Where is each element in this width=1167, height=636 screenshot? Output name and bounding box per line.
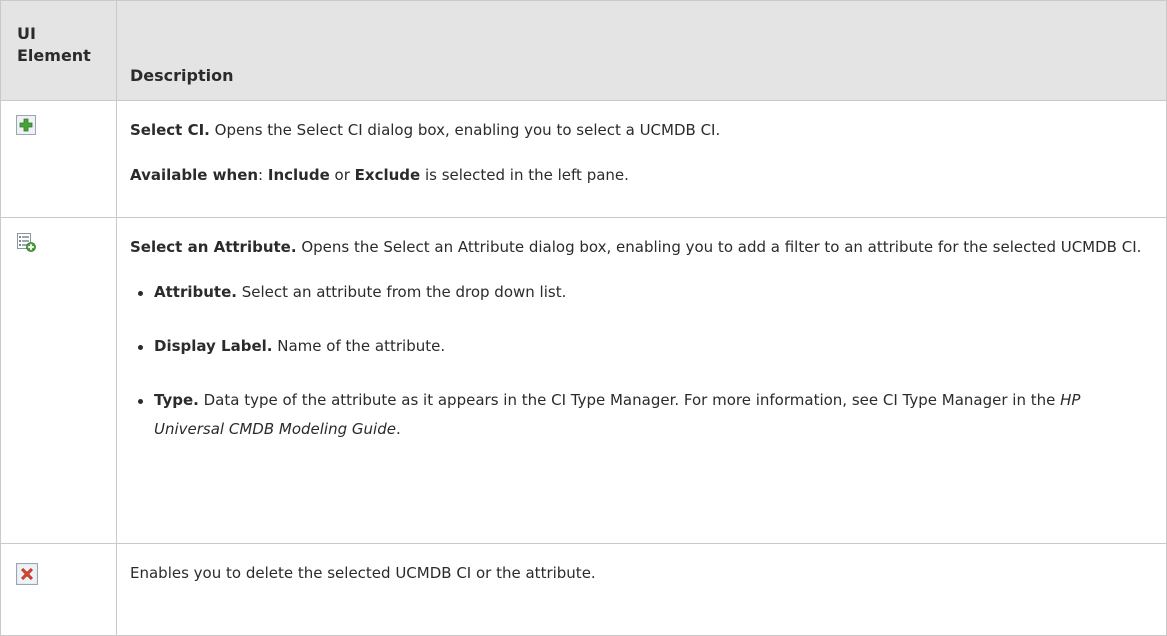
term-select-an-attribute: Select an Attribute.	[130, 238, 297, 256]
text: Data type of the attribute as it appears…	[198, 391, 1061, 409]
select-attribute-list-add-icon	[17, 233, 36, 252]
icon-cell	[0, 100, 117, 218]
table-row: Select CI. Opens the Select CI dialog bo…	[0, 100, 1167, 218]
text: is selected in the left pane.	[420, 166, 629, 184]
text: :	[258, 166, 268, 184]
text: Enables you to delete the selected UCMDB…	[130, 564, 596, 582]
term-select-ci: Select CI.	[130, 121, 210, 139]
header-description: Description	[116, 0, 1167, 101]
term-attribute: Attribute.	[154, 283, 237, 301]
list-item: Type. Data type of the attribute as it a…	[130, 386, 1146, 444]
add-green-plus-icon	[16, 115, 36, 135]
description-cell: Select an Attribute. Opens the Select an…	[116, 217, 1167, 544]
ui-elements-table: UI Element Description Select CI. Opens …	[0, 0, 1167, 636]
table-row: Select an Attribute. Opens the Select an…	[0, 217, 1167, 544]
term-display-label: Display Label.	[154, 337, 273, 355]
header-description-label: Description	[130, 66, 234, 85]
header-ui-element: UI Element	[0, 0, 117, 101]
term-exclude: Exclude	[354, 166, 421, 184]
header-ui-element-line1: UI	[17, 24, 36, 43]
term-type: Type.	[154, 391, 199, 409]
header-ui-element-line2: Element	[17, 46, 91, 65]
term-available-when: Available when	[130, 166, 259, 184]
list-item: Attribute. Select an attribute from the …	[130, 278, 1146, 307]
table-header-row: UI Element Description	[0, 0, 1167, 101]
description-cell: Select CI. Opens the Select CI dialog bo…	[116, 100, 1167, 218]
attribute-field-list: Attribute. Select an attribute from the …	[130, 278, 1146, 444]
text: Name of the attribute.	[272, 337, 446, 355]
icon-cell	[0, 217, 117, 544]
term-include: Include	[267, 166, 330, 184]
row-paragraph: Select CI. Opens the Select CI dialog bo…	[130, 116, 1146, 145]
text: or	[329, 166, 355, 184]
table-row: Enables you to delete the selected UCMDB…	[0, 543, 1167, 636]
icon-cell	[0, 543, 117, 636]
row-paragraph: Available when: Include or Exclude is se…	[130, 161, 1146, 190]
delete-red-x-icon	[16, 563, 38, 585]
row-paragraph: Enables you to delete the selected UCMDB…	[130, 559, 1146, 588]
text: Opens the Select an Attribute dialog box…	[296, 238, 1142, 256]
description-cell: Enables you to delete the selected UCMDB…	[116, 543, 1167, 636]
text: Select an attribute from the drop down l…	[236, 283, 567, 301]
text: .	[395, 420, 401, 438]
list-item: Display Label. Name of the attribute.	[130, 332, 1146, 361]
text: Opens the Select CI dialog box, enabling…	[209, 121, 721, 139]
row-paragraph: Select an Attribute. Opens the Select an…	[130, 233, 1146, 262]
